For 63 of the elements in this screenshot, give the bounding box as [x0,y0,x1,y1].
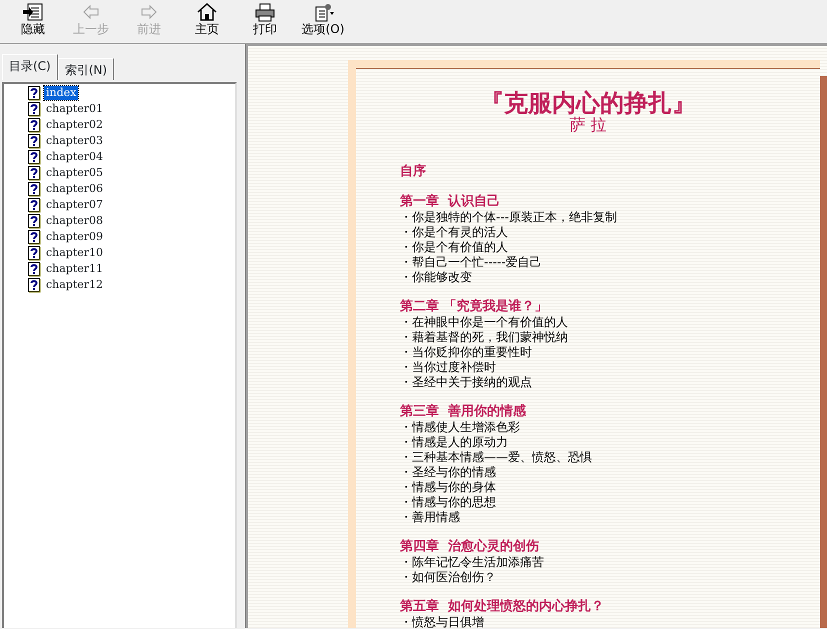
topic-item: ・你能够改变 [400,270,473,285]
tree-item[interactable]: chapter02 [44,118,106,132]
topic-item: ・情感与你的思想 [400,494,497,510]
topic-item: ・情感使人生增添色彩 [400,420,521,435]
home-icon [196,2,218,22]
topic-item: ・藉着基督的死，我们蒙神悦纳 [400,330,569,345]
author-name: 萨 拉 [568,116,608,134]
tree-item[interactable]: index [44,86,78,100]
tree-item[interactable]: chapter09 [44,230,106,244]
chapter-heading[interactable]: 第五章 如何处理愤怒的内心挣扎？ [400,598,820,615]
help-page-icon [28,118,41,132]
help-page-icon [28,278,41,292]
tab[interactable]: 目录(C) [2,54,58,80]
tree-item[interactable]: chapter12 [44,278,106,292]
tree-item[interactable]: chapter08 [44,214,106,228]
topic-item: ・陈年记忆令生活加添痛苦 [400,554,545,570]
help-page-icon [28,150,41,164]
tree-item[interactable]: chapter11 [44,262,106,276]
help-page-icon [28,102,41,116]
topic-item: ・三种基本情感——爱、愤怒、恐惧 [400,450,593,465]
tree-item[interactable]: chapter03 [44,134,106,148]
help-page-icon [28,166,41,180]
topic-item: ・情感是人的原动力 [400,434,509,450]
chapter-heading[interactable]: 第一章 认识自己 [400,194,820,210]
topic-item: ・你是个有灵的活人 [400,224,509,240]
topic-item: ・在神眼中你是一个有价值的人 [400,314,569,330]
tree-item[interactable]: chapter06 [44,182,106,196]
tree-item[interactable]: chapter05 [44,166,106,180]
toolbar-button[interactable]: 主页 [178,0,236,38]
help-page-icon [28,134,41,148]
topic-item: ・当你过度补偿时 [400,360,497,375]
tree-item[interactable]: chapter10 [44,246,106,260]
chapter-heading[interactable]: 自序 [400,164,820,180]
panel-icon [22,2,44,22]
tree-item[interactable]: chapter07 [44,198,106,212]
tree-item[interactable]: chapter04 [44,150,106,164]
chapter-heading[interactable]: 第二章 「究竟我是谁？」 [400,298,820,315]
toolbar-button[interactable]: 选项(O) [294,0,352,38]
topic-item: ・帮自己一个忙-----爱自己 [400,254,543,270]
help-page-icon [28,246,41,260]
topic-item: ・你是独特的个体---原装正本，绝非复制 [400,210,618,225]
topic-item: ・情感与你的身体 [400,480,497,495]
tree-item[interactable]: chapter01 [44,102,106,116]
tab[interactable]: 索引(N) [58,58,114,80]
toolbar-button[interactable]: 打印 [236,0,294,38]
help-page-icon [28,262,41,276]
chapter-heading[interactable]: 第四章 治愈心灵的创伤 [400,538,820,555]
topic-item: ・愤怒与日俱增 [400,614,485,628]
topic-item: ・你是个有价值的人 [400,240,509,255]
topic-item: ・如何医治创伤？ [400,570,497,585]
topic-item: ・圣经与你的情感 [400,464,497,480]
help-page-icon [28,182,41,196]
help-page-icon [28,214,41,228]
help-page-icon [28,230,41,244]
printer-icon [254,2,276,22]
toolbar-button[interactable]: 隐藏 [4,0,62,38]
help-page-icon [28,86,41,100]
help-page-icon [28,198,41,212]
document-title: 『克服内心的挣扎』 [479,90,697,116]
topic-item: ・当你贬抑你的重要性时 [400,344,533,360]
chapter-heading[interactable]: 第三章 善用你的情感 [400,404,820,420]
topic-item: ・善用情感 [400,510,461,525]
topic-item: ・圣经中关于接纳的观点 [400,374,533,390]
